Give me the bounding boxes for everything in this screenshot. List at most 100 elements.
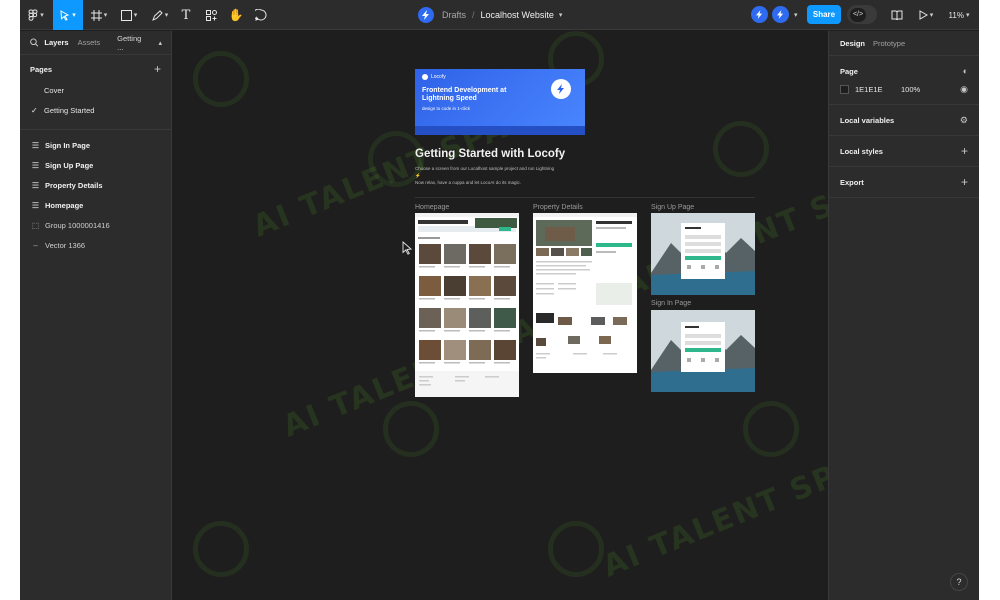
comment-bubble-icon	[255, 9, 267, 21]
group-icon: ⬚	[31, 220, 40, 230]
pages-title: Pages	[30, 64, 53, 74]
eye-off-icon[interactable]: ◐	[963, 66, 968, 76]
tab-layers[interactable]: Layers	[44, 38, 68, 47]
toolbar: ▾ ▾ ▾ ▾ ▾ T ✋ Drafts / Localhost Website…	[20, 0, 979, 30]
layer-item[interactable]: ☰ Homepage	[20, 195, 171, 215]
add-style-icon[interactable]: +	[961, 144, 968, 158]
page-item-cover[interactable]: Cover	[20, 80, 171, 100]
locofy-logo-icon	[422, 74, 428, 80]
locofy-bolt-icon	[551, 79, 571, 99]
frame-label-signin[interactable]: Sign In Page	[651, 300, 691, 307]
cover-chip: design to code in 1-click	[422, 106, 471, 111]
rectangle-icon	[120, 9, 132, 21]
help-button[interactable]: ?	[950, 573, 968, 591]
cover-footer	[415, 126, 585, 135]
signin-preview	[651, 310, 755, 392]
breadcrumb: Drafts / Localhost Website ▾	[418, 0, 562, 30]
frame-sign-up[interactable]	[651, 213, 755, 295]
layer-label: Vector 1366	[45, 240, 86, 250]
locofy-bolt-icon	[756, 10, 763, 19]
page-description: Choose a screen from our Localhost sampl…	[415, 165, 555, 186]
share-button[interactable]: Share	[807, 5, 841, 24]
tab-design[interactable]: Design	[840, 39, 865, 48]
layer-item[interactable]: ☰ Property Details	[20, 175, 171, 195]
watermark-logo	[713, 121, 769, 177]
export-header: Export +	[840, 167, 968, 197]
pen-icon	[151, 9, 163, 21]
left-panel-tabs: Layers Assets Getting ... ▴	[20, 31, 171, 55]
hand-icon: ✋	[228, 8, 244, 22]
locofy-brand: Locofy	[422, 74, 578, 80]
divider	[415, 197, 755, 198]
tab-assets[interactable]: Assets	[78, 38, 101, 47]
local-styles-title: Local styles	[840, 146, 883, 156]
watermark-text: AI TALENT SPACE	[598, 432, 828, 585]
local-styles-section: Local styles +	[829, 135, 979, 166]
page-title: Getting Started with Locofy	[415, 148, 566, 160]
page-background-row[interactable]: 1E1E1E 100% ◉	[840, 80, 968, 98]
resources-button[interactable]	[202, 0, 220, 30]
main-menu-button[interactable]: ▾	[24, 0, 48, 30]
frame-tool-button[interactable]: ▾	[87, 0, 111, 30]
chevron-down-icon[interactable]: ▾	[794, 11, 798, 19]
comment-tool-button[interactable]	[252, 0, 270, 30]
pages-header: Pages +	[20, 58, 171, 80]
color-swatch[interactable]	[840, 84, 849, 94]
layer-label: Group 1000001416	[45, 220, 110, 230]
layer-label: Homepage	[45, 200, 84, 210]
eye-icon[interactable]: ◉	[960, 84, 968, 95]
hand-tool-button[interactable]: ✋	[227, 0, 245, 30]
avatar-locofy[interactable]	[751, 6, 768, 23]
search-icon[interactable]	[30, 38, 39, 47]
export-section: Export +	[829, 166, 979, 198]
locofy-bolt-icon	[777, 10, 784, 19]
local-variables-title: Local variables	[840, 115, 895, 125]
local-variables-section: Local variables ⚙	[829, 104, 979, 135]
frame-label-property[interactable]: Property Details	[533, 204, 583, 211]
breadcrumb-drafts[interactable]: Drafts	[442, 10, 466, 20]
homepage-preview	[415, 213, 519, 397]
watermark-logo	[193, 51, 249, 107]
zoom-menu[interactable]: 11% ▾	[944, 0, 974, 30]
vector-icon: –	[33, 240, 38, 250]
local-variables-header[interactable]: Local variables ⚙	[840, 105, 968, 135]
sliders-icon[interactable]: ⚙	[960, 115, 968, 126]
frame-homepage[interactable]	[415, 213, 519, 397]
dev-mode-toggle[interactable]: </>	[847, 5, 877, 24]
description-line: Now relax, have a cuppa and let LocoAI d…	[415, 180, 522, 185]
canvas[interactable]: AI TALENT SPACE AI TALENT SPACE AI TALEN…	[173, 31, 828, 600]
bg-hex-value[interactable]: 1E1E1E	[855, 85, 901, 94]
page-switcher[interactable]: Getting ...	[117, 34, 147, 52]
chevron-down-icon: ▾	[133, 12, 138, 19]
frame-label-signup[interactable]: Sign Up Page	[651, 204, 694, 211]
file-name[interactable]: Localhost Website	[481, 10, 554, 20]
library-button[interactable]	[888, 0, 906, 30]
export-title: Export	[840, 177, 864, 187]
frame-sign-in[interactable]	[651, 310, 755, 392]
page-item-getting-started[interactable]: ✓ Getting Started	[20, 100, 171, 120]
chevron-up-icon[interactable]: ▴	[158, 39, 162, 47]
add-page-icon[interactable]: +	[154, 62, 161, 76]
present-button[interactable]: ▾	[916, 0, 936, 30]
layer-item[interactable]: – Vector 1366	[20, 235, 171, 255]
chevron-down-icon: ▾	[103, 12, 108, 19]
plugin-locofy-button[interactable]	[772, 6, 789, 23]
bg-opacity-value[interactable]: 100%	[901, 85, 960, 94]
mouse-cursor-icon	[402, 241, 413, 255]
chevron-down-icon: ▾	[72, 12, 76, 19]
layer-item[interactable]: ☰ Sign In Page	[20, 135, 171, 155]
chevron-down-icon[interactable]: ▾	[559, 11, 563, 19]
layer-item[interactable]: ☰ Sign Up Page	[20, 155, 171, 175]
text-tool-button[interactable]: T	[177, 0, 195, 30]
frame-property-details[interactable]	[533, 213, 637, 373]
move-tool-button[interactable]: ▾	[53, 0, 83, 30]
layer-item[interactable]: ⬚ Group 1000001416	[20, 215, 171, 235]
shape-tool-button[interactable]: ▾	[116, 0, 142, 30]
frame-icon: ☰	[31, 140, 40, 150]
cover-banner[interactable]: Locofy Frontend Development at Lightning…	[415, 69, 585, 135]
add-export-icon[interactable]: +	[961, 175, 968, 189]
tab-prototype[interactable]: Prototype	[873, 39, 905, 48]
play-icon	[919, 10, 928, 20]
frame-label-homepage[interactable]: Homepage	[415, 204, 449, 211]
pen-tool-button[interactable]: ▾	[147, 0, 173, 30]
